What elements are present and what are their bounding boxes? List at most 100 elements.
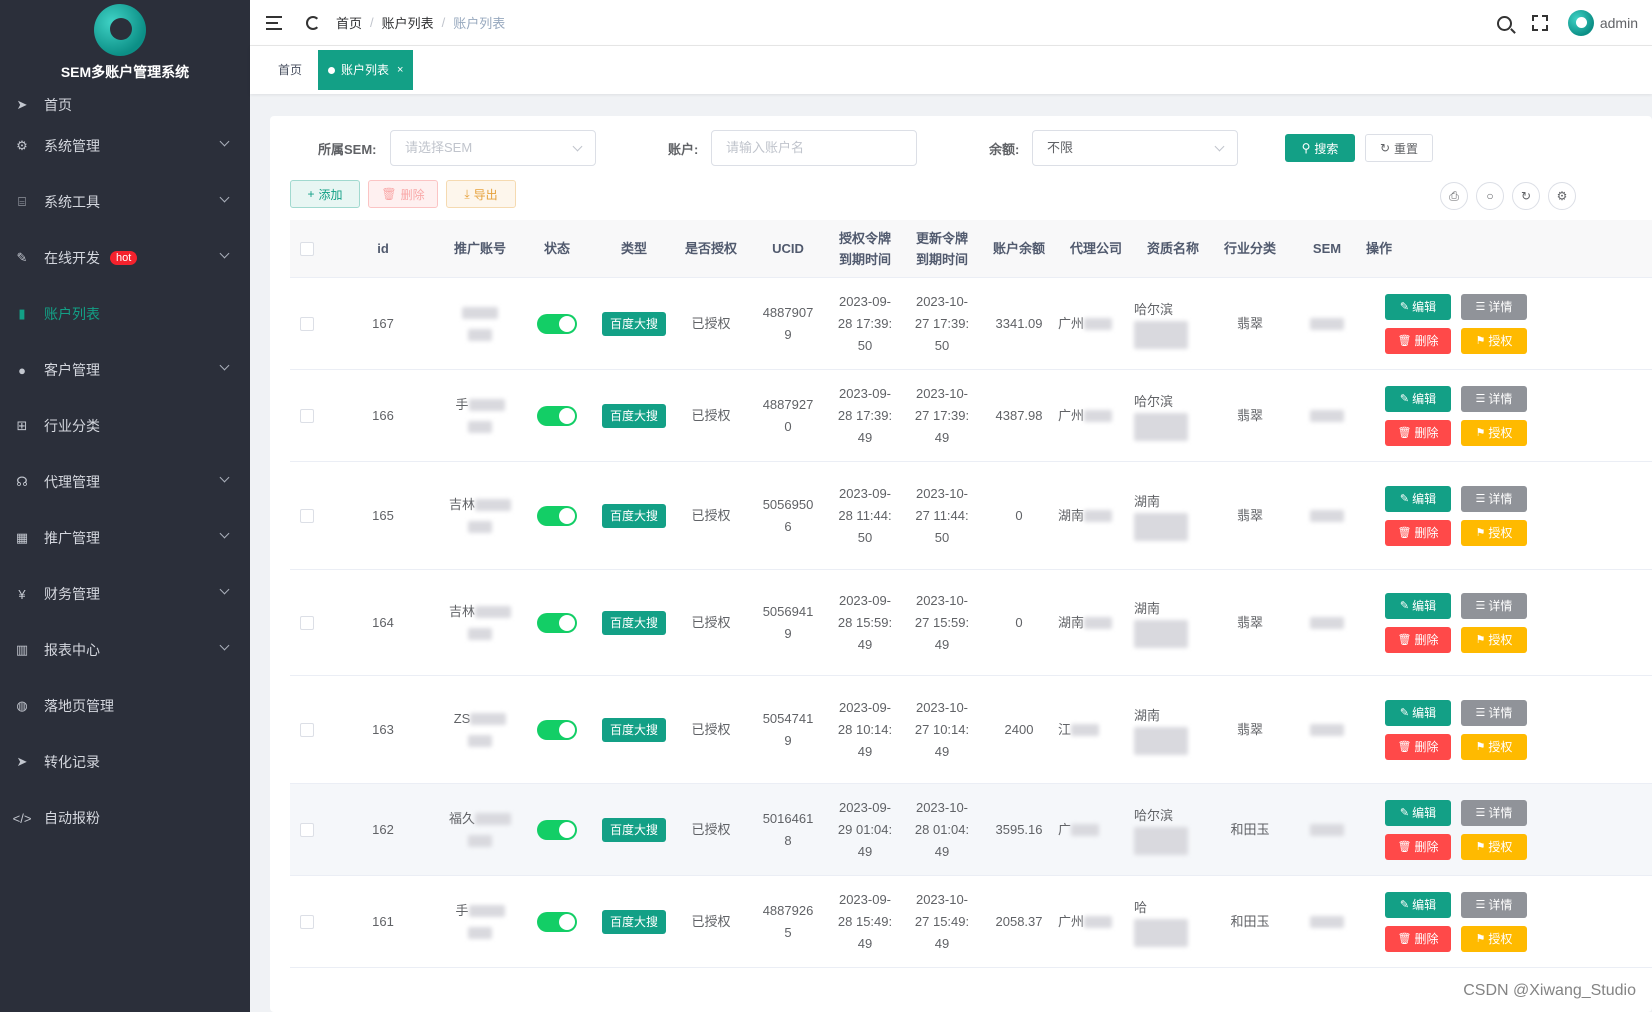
sidebar-item[interactable]: ⌸ 系统工具 — [0, 174, 250, 230]
authorize-button[interactable]: ⚑ 授权 — [1461, 925, 1527, 952]
redacted-text — [1310, 724, 1344, 737]
cell-agent: 广州 — [1058, 911, 1134, 933]
row-delete-button[interactable]: 🗑 删除 — [1385, 519, 1451, 546]
row-checkbox[interactable] — [300, 408, 314, 423]
detail-button[interactable]: ☰ 详情 — [1461, 592, 1527, 619]
cell-refresh-expiry-line: 2023-10- — [915, 699, 969, 715]
cell-token-expiry-line: 2023-09- — [838, 699, 892, 715]
detail-button[interactable]: ☰ 详情 — [1461, 485, 1527, 512]
row-checkbox[interactable] — [300, 722, 314, 737]
sidebar-item[interactable]: ➤ 首页 — [0, 92, 250, 118]
detail-button[interactable]: ☰ 详情 — [1461, 891, 1527, 918]
sem-select[interactable]: 请选择SEM — [390, 130, 596, 166]
print-icon[interactable]: ⎙ — [1440, 182, 1468, 210]
status-toggle[interactable] — [537, 719, 577, 740]
add-button[interactable]: + 添加 — [290, 180, 360, 208]
sidebar-item[interactable]: ▦ 推广管理 — [0, 510, 250, 566]
reset-button[interactable]: ↻ 重置 — [1365, 134, 1433, 162]
refresh-icon[interactable]: ↻ — [1512, 182, 1540, 210]
export-button[interactable]: ⤓ 导出 — [446, 180, 516, 208]
status-toggle[interactable] — [537, 612, 577, 633]
tag-account-list[interactable]: 账户列表 × — [318, 50, 414, 90]
sidebar-item[interactable]: ⚙ 系统管理 — [0, 118, 250, 174]
refresh-icon[interactable] — [306, 15, 320, 30]
cell-sem — [1288, 505, 1366, 527]
edit-button[interactable]: ✎ 编辑 — [1385, 799, 1451, 826]
row-checkbox[interactable] — [300, 914, 314, 929]
row-checkbox[interactable] — [300, 316, 314, 331]
fullscreen-icon[interactable] — [1531, 15, 1548, 31]
search-toggle-icon[interactable]: ○ — [1476, 182, 1504, 210]
sidebar-item[interactable]: ● 客户管理 — [0, 342, 250, 398]
username[interactable]: admin — [1600, 15, 1638, 31]
detail-button[interactable]: ☰ 详情 — [1461, 699, 1527, 726]
status-toggle[interactable] — [537, 911, 577, 932]
hamburger-icon[interactable] — [266, 15, 284, 30]
sidebar-item[interactable]: ▮ 账户列表 — [0, 286, 250, 342]
sidebar-item[interactable]: ☊ 代理管理 — [0, 454, 250, 510]
cell-ucid: 5016461 8 — [750, 808, 826, 852]
detail-button[interactable]: ☰ 详情 — [1461, 293, 1527, 320]
authorize-button[interactable]: ⚑ 授权 — [1461, 519, 1527, 546]
select-all-checkbox[interactable] — [300, 241, 314, 256]
authorize-button[interactable]: ⚑ 授权 — [1461, 626, 1527, 653]
detail-button[interactable]: ☰ 详情 — [1461, 799, 1527, 826]
tags-view: 首页 账户列表 × — [250, 46, 1652, 94]
cell-token-expiry: 2023-09- 28 10:14: 49 — [826, 697, 904, 763]
status-toggle[interactable] — [537, 505, 577, 526]
breadcrumb-parent[interactable]: 账户列表 — [382, 13, 434, 32]
search-button-label: 搜索 — [1314, 141, 1339, 156]
sidebar-item[interactable]: ◍ 落地页管理 — [0, 678, 250, 734]
sidebar-item[interactable]: ⊞ 行业分类 — [0, 398, 250, 454]
balance-select[interactable]: 不限 — [1032, 130, 1238, 166]
cell-type: 百度大搜 — [596, 403, 672, 428]
sidebar-item-label: 首页 — [44, 97, 72, 113]
status-toggle[interactable] — [537, 313, 577, 334]
delete-button[interactable]: 🗑 删除 — [368, 180, 438, 208]
edit-button[interactable]: ✎ 编辑 — [1385, 592, 1451, 619]
row-checkbox[interactable] — [300, 822, 314, 837]
search-icon[interactable] — [1496, 15, 1512, 31]
sidebar-item[interactable]: ➤ 转化记录 — [0, 734, 250, 790]
edit-button[interactable]: ✎ 编辑 — [1385, 293, 1451, 320]
tag-home[interactable]: 首页 — [268, 50, 312, 90]
type-tag: 百度大搜 — [601, 817, 666, 842]
authorize-button[interactable]: ⚑ 授权 — [1461, 733, 1527, 760]
authorize-button[interactable]: ⚑ 授权 — [1461, 419, 1527, 446]
status-toggle[interactable] — [537, 405, 577, 426]
cell-refresh-expiry-line: 49 — [934, 935, 950, 951]
row-delete-button[interactable]: 🗑 删除 — [1385, 733, 1451, 760]
status-toggle[interactable] — [537, 819, 577, 840]
cell-account: 手 — [442, 394, 518, 438]
row-checkbox[interactable] — [300, 615, 314, 630]
row-delete-button-label: 删除 — [1414, 632, 1439, 647]
edit-button[interactable]: ✎ 编辑 — [1385, 485, 1451, 512]
breadcrumb-home[interactable]: 首页 — [336, 13, 362, 32]
table-row: 167 百度大搜 已授权 4887907 9 2023-09- 28 17:39: 50 202… — [290, 278, 1652, 370]
row-delete-button[interactable]: 🗑 删除 — [1385, 327, 1451, 354]
search-button[interactable]: ⚲ 搜索 — [1285, 134, 1355, 162]
cell-balance: 2400 — [1004, 721, 1034, 737]
row-delete-button[interactable]: 🗑 删除 — [1385, 833, 1451, 860]
sidebar-item[interactable]: </> 自动报粉 — [0, 790, 250, 846]
sidebar-item[interactable]: ✎ 在线开发 hot — [0, 230, 250, 286]
sidebar-item[interactable]: ¥ 财务管理 — [0, 566, 250, 622]
edit-button[interactable]: ✎ 编辑 — [1385, 699, 1451, 726]
columns-setting-icon[interactable]: ⚙ — [1548, 182, 1576, 210]
auth-icon: ⚑ — [1475, 932, 1486, 945]
row-checkbox[interactable] — [300, 508, 314, 523]
detail-button[interactable]: ☰ 详情 — [1461, 385, 1527, 412]
account-input[interactable]: 请输入账户名 — [711, 130, 917, 166]
row-delete-button[interactable]: 🗑 删除 — [1385, 626, 1451, 653]
edit-button[interactable]: ✎ 编辑 — [1385, 385, 1451, 412]
close-icon[interactable]: × — [397, 50, 403, 90]
row-delete-button[interactable]: 🗑 删除 — [1385, 419, 1451, 446]
authorize-button[interactable]: ⚑ 授权 — [1461, 327, 1527, 354]
sidebar-item[interactable]: ▥ 报表中心 — [0, 622, 250, 678]
avatar[interactable] — [1567, 10, 1594, 36]
authorize-button[interactable]: ⚑ 授权 — [1461, 833, 1527, 860]
row-delete-button[interactable]: 🗑 删除 — [1385, 925, 1451, 952]
edit-button[interactable]: ✎ 编辑 — [1385, 891, 1451, 918]
cell-type: 百度大搜 — [596, 610, 672, 635]
redacted-text — [468, 927, 492, 940]
